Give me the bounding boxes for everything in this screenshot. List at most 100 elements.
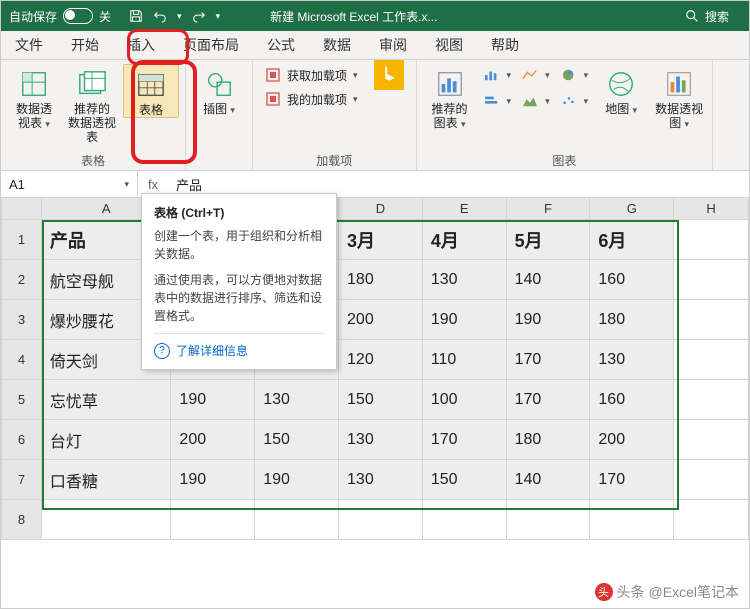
cell-G7[interactable]: 170: [590, 460, 674, 500]
cell-H5[interactable]: [674, 380, 749, 420]
cell-F1[interactable]: 5月: [506, 220, 590, 260]
row-header-1[interactable]: 1: [2, 220, 42, 260]
col-header-G[interactable]: G: [590, 198, 674, 220]
cell-D2[interactable]: 180: [339, 260, 423, 300]
cell-H1[interactable]: [674, 220, 749, 260]
bing-button[interactable]: [368, 64, 410, 86]
row-header-7[interactable]: 7: [2, 460, 42, 500]
col-header-H[interactable]: H: [674, 198, 749, 220]
tab-视图[interactable]: 视图: [421, 31, 477, 59]
search-box[interactable]: 搜索: [665, 8, 749, 25]
cell-E8[interactable]: [422, 500, 506, 540]
cell-D6[interactable]: 130: [339, 420, 423, 460]
table-button[interactable]: 表格: [123, 64, 179, 118]
cell-F7[interactable]: 140: [506, 460, 590, 500]
cell-F3[interactable]: 190: [506, 300, 590, 340]
cell-F5[interactable]: 170: [506, 380, 590, 420]
cell-E7[interactable]: 150: [422, 460, 506, 500]
formula-value[interactable]: 产品: [168, 175, 749, 194]
chart-line-button[interactable]: ▾: [519, 64, 552, 86]
cell-E4[interactable]: 110: [422, 340, 506, 380]
qat-customize-icon[interactable]: ▾: [216, 11, 221, 22]
cell-H4[interactable]: [674, 340, 749, 380]
cell-D4[interactable]: 120: [339, 340, 423, 380]
chart-hbar-button[interactable]: ▾: [481, 90, 514, 112]
tab-帮助[interactable]: 帮助: [477, 31, 533, 59]
tab-页面布局[interactable]: 页面布局: [169, 31, 253, 59]
cell-A7[interactable]: 口香糖: [41, 460, 171, 500]
cell-D8[interactable]: [339, 500, 423, 540]
cell-H6[interactable]: [674, 420, 749, 460]
row-header-8[interactable]: 8: [2, 500, 42, 540]
recpivot-button[interactable]: 推荐的 数据透视表: [65, 64, 119, 144]
cell-A8[interactable]: [41, 500, 171, 540]
autosave-toggle[interactable]: 自动保存 关: [1, 8, 119, 25]
row-header-6[interactable]: 6: [2, 420, 42, 460]
pivot-button[interactable]: 数据透 视表 ▾: [7, 64, 61, 131]
cell-G2[interactable]: 160: [590, 260, 674, 300]
cell-H8[interactable]: [674, 500, 749, 540]
cell-C5[interactable]: 130: [255, 380, 339, 420]
cell-F4[interactable]: 170: [506, 340, 590, 380]
cell-D3[interactable]: 200: [339, 300, 423, 340]
cell-C8[interactable]: [255, 500, 339, 540]
cell-G4[interactable]: 130: [590, 340, 674, 380]
illus-button[interactable]: 插图 ▾: [192, 64, 246, 117]
cell-G3[interactable]: 180: [590, 300, 674, 340]
tab-插入[interactable]: 插入: [113, 31, 169, 59]
cell-G8[interactable]: [590, 500, 674, 540]
chart-bar-button[interactable]: ▾: [481, 64, 514, 86]
tab-审阅[interactable]: 审阅: [365, 31, 421, 59]
cell-B8[interactable]: [171, 500, 255, 540]
cell-E1[interactable]: 4月: [422, 220, 506, 260]
cell-G5[interactable]: 160: [590, 380, 674, 420]
cell-H7[interactable]: [674, 460, 749, 500]
chart-pie-button[interactable]: ▾: [558, 64, 591, 86]
cell-E5[interactable]: 100: [422, 380, 506, 420]
col-header-E[interactable]: E: [422, 198, 506, 220]
save-icon[interactable]: [129, 9, 143, 23]
cell-G6[interactable]: 200: [590, 420, 674, 460]
recchart-button[interactable]: 推荐的 图表 ▾: [423, 64, 477, 131]
select-all-corner[interactable]: [2, 198, 42, 220]
cell-B5[interactable]: 190: [171, 380, 255, 420]
tab-开始[interactable]: 开始: [57, 31, 113, 59]
cell-E6[interactable]: 170: [422, 420, 506, 460]
tab-文件[interactable]: 文件: [1, 31, 57, 59]
chart-area-button[interactable]: ▾: [519, 90, 552, 112]
cell-A6[interactable]: 台灯: [41, 420, 171, 460]
cell-D1[interactable]: 3月: [339, 220, 423, 260]
cell-A5[interactable]: 忘忧草: [41, 380, 171, 420]
tooltip-more-link[interactable]: 了解详细信息: [154, 333, 324, 359]
cell-H2[interactable]: [674, 260, 749, 300]
fx-icon[interactable]: fx: [138, 177, 168, 192]
row-header-5[interactable]: 5: [2, 380, 42, 420]
redo-icon[interactable]: [192, 9, 206, 23]
cell-H3[interactable]: [674, 300, 749, 340]
pivotchart-button[interactable]: 数据透视图 ▾: [652, 64, 706, 131]
undo-dropdown-icon[interactable]: ▾: [177, 11, 182, 22]
maps-button[interactable]: 地图 ▾: [594, 64, 648, 117]
undo-icon[interactable]: [153, 9, 167, 23]
cell-D5[interactable]: 150: [339, 380, 423, 420]
cell-G1[interactable]: 6月: [590, 220, 674, 260]
col-header-D[interactable]: D: [339, 198, 423, 220]
cell-D7[interactable]: 130: [339, 460, 423, 500]
cell-F2[interactable]: 140: [506, 260, 590, 300]
cell-B7[interactable]: 190: [171, 460, 255, 500]
cell-C7[interactable]: 190: [255, 460, 339, 500]
cell-E3[interactable]: 190: [422, 300, 506, 340]
worksheet-area[interactable]: ABCDEFGH1产品1月2月3月4月5月6月2航空母舰110170180130…: [1, 197, 749, 608]
getaddin-button[interactable]: 获取加载项▾: [259, 64, 364, 86]
tab-公式[interactable]: 公式: [253, 31, 309, 59]
row-header-3[interactable]: 3: [2, 300, 42, 340]
cell-E2[interactable]: 130: [422, 260, 506, 300]
cell-B6[interactable]: 200: [171, 420, 255, 460]
worksheet-grid[interactable]: ABCDEFGH1产品1月2月3月4月5月6月2航空母舰110170180130…: [1, 197, 749, 540]
chart-scatter-button[interactable]: ▾: [558, 90, 591, 112]
col-header-F[interactable]: F: [506, 198, 590, 220]
row-header-2[interactable]: 2: [2, 260, 42, 300]
myaddin-button[interactable]: 我的加载项▾: [259, 88, 364, 110]
row-header-4[interactable]: 4: [2, 340, 42, 380]
cell-C6[interactable]: 150: [255, 420, 339, 460]
